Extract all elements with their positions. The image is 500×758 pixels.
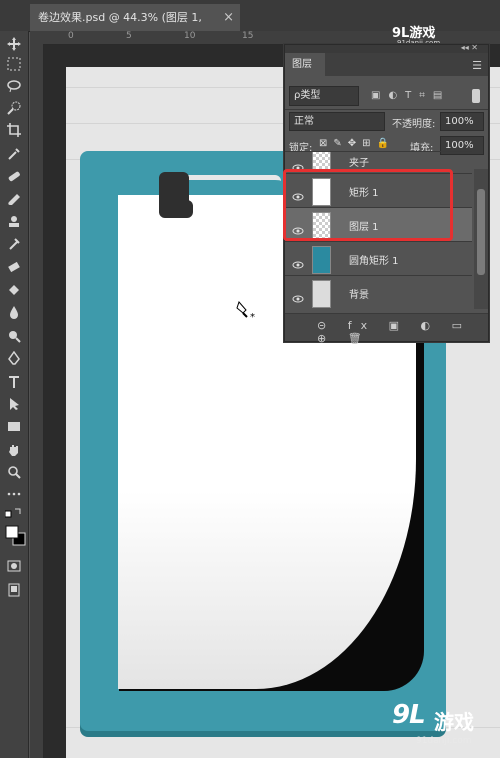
svg-text:*: * xyxy=(250,312,255,322)
color-swatches[interactable] xyxy=(5,525,27,547)
layer-action-icons[interactable]: ⊝ fx ▣ ◐ ▭ ⊕ 🗑 xyxy=(317,319,488,345)
ruler-label: 15 xyxy=(242,31,254,41)
filter-toggle[interactable] xyxy=(472,89,480,103)
watermark-url: 91danji.com xyxy=(416,736,472,746)
eraser-tool-icon[interactable] xyxy=(5,257,23,275)
quick-select-tool-icon[interactable] xyxy=(5,99,23,117)
layer-name: 背景 xyxy=(349,290,369,301)
zoom-tool-icon[interactable] xyxy=(5,463,23,481)
visibility-eye-icon[interactable] xyxy=(292,254,304,273)
layer-thumbnail xyxy=(312,246,331,274)
rectangle-tool-icon[interactable] xyxy=(5,417,23,435)
layer-name: 夹子 xyxy=(349,158,369,169)
history-brush-tool-icon[interactable] xyxy=(5,235,23,253)
blur-tool-icon[interactable] xyxy=(5,303,23,321)
tab-layers[interactable]: 图层 xyxy=(285,53,325,76)
layer-name: 圆角矩形 1 xyxy=(349,256,399,267)
tools-toolbar xyxy=(0,31,29,758)
layer-row-rounded-rect[interactable]: 圆角矩形 1 xyxy=(285,241,472,276)
screen-mode-icon[interactable] xyxy=(5,581,23,599)
quick-mask-icon[interactable] xyxy=(5,557,23,575)
layer-row-background[interactable]: 背景 xyxy=(285,275,472,310)
filter-icons[interactable]: ▣◐T⌗▤ xyxy=(371,90,450,101)
visibility-eye-icon[interactable] xyxy=(292,288,304,307)
blend-mode-select[interactable]: 正常 xyxy=(289,112,385,131)
divider xyxy=(285,109,488,110)
hand-tool-icon[interactable] xyxy=(5,441,23,459)
brush-tool-icon[interactable] xyxy=(5,191,23,209)
collapse-panel-icon[interactable]: ◂◂ ✕ xyxy=(461,43,478,52)
watermark-text: 游戏 xyxy=(434,710,474,734)
ruler-label: 0 xyxy=(68,31,74,41)
clone-stamp-tool-icon[interactable] xyxy=(5,213,23,231)
move-tool-icon[interactable] xyxy=(5,35,23,53)
swap-colors-icon[interactable] xyxy=(5,507,23,525)
eyedropper-tool-icon[interactable] xyxy=(5,145,23,163)
watermark-bottom: 9L 游戏 91danji.com xyxy=(392,700,500,758)
pen-tool-icon[interactable] xyxy=(5,349,23,367)
document-tab[interactable]: 卷边效果.psd @ 44.3% (图层 1, RGB/8) * × xyxy=(30,4,240,51)
panel-header-strip: ◂◂ ✕ xyxy=(285,43,488,53)
scrollbar-thumb[interactable] xyxy=(477,189,485,275)
type-tool-icon[interactable] xyxy=(5,373,23,391)
marquee-tool-icon[interactable] xyxy=(5,55,23,73)
crop-tool-icon[interactable] xyxy=(5,121,23,139)
watermark-logo: 9L xyxy=(392,700,426,730)
layers-footer: ⊝ fx ▣ ◐ ▭ ⊕ 🗑 xyxy=(285,313,488,345)
layer-thumbnail xyxy=(312,280,331,308)
ruler-label: 5 xyxy=(126,31,132,41)
dodge-tool-icon[interactable] xyxy=(5,327,23,345)
healing-brush-tool-icon[interactable] xyxy=(5,167,23,185)
highlight-box xyxy=(283,169,453,241)
layer-filter-row: ρ类型 ▣◐T⌗▤ xyxy=(289,86,484,106)
lasso-tool-icon[interactable] xyxy=(5,77,23,95)
lock-icons[interactable]: ⊠✎✥⊞🔒 xyxy=(319,138,395,149)
clip-clamp xyxy=(159,172,193,218)
panel-menu-icon[interactable]: ☰ xyxy=(472,59,482,72)
filter-kind-select[interactable]: ρ类型 xyxy=(289,86,359,106)
more-tools-icon[interactable] xyxy=(5,485,23,503)
opacity-input[interactable]: 100% xyxy=(440,112,484,131)
paint-bucket-tool-icon[interactable] xyxy=(5,281,23,299)
close-tab-icon[interactable]: × xyxy=(223,4,234,31)
opacity-label: 不透明度: xyxy=(392,119,436,130)
layers-scrollbar[interactable] xyxy=(474,169,488,309)
ruler-label: 10 xyxy=(184,31,196,41)
left-ruler xyxy=(30,44,44,758)
path-selection-tool-icon[interactable] xyxy=(5,395,23,413)
pen-cursor-icon: * xyxy=(236,300,258,326)
